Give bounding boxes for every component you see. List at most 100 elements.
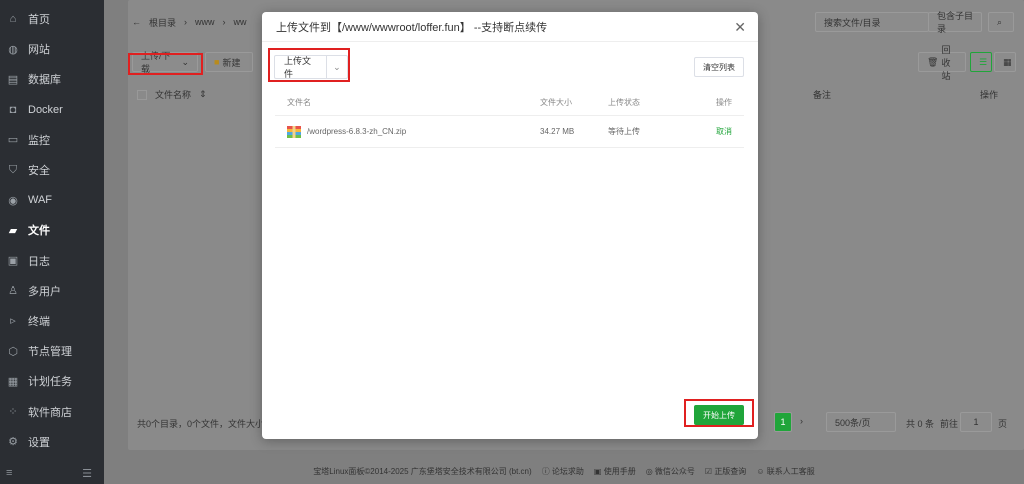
sidebar-item-label: 文件 bbox=[28, 225, 50, 238]
sidebar-item-label: 计划任务 bbox=[28, 376, 72, 389]
sidebar-item-label: 数据库 bbox=[28, 74, 61, 87]
menu-icon[interactable]: ☰ bbox=[82, 467, 92, 480]
home-icon: ⌂ bbox=[9, 13, 17, 26]
collapse-icon[interactable]: ≡ bbox=[6, 467, 12, 480]
page-size-select[interactable]: 500条/页 bbox=[826, 412, 896, 432]
summary-text: 共0个目录，0个文件，文件大小 bbox=[137, 419, 265, 429]
sidebar-item-label: 首页 bbox=[28, 14, 50, 27]
sidebar-item-label: 监控 bbox=[28, 134, 50, 147]
file-name: /wordpress-6.8.3-zh_CN.zip bbox=[307, 127, 407, 136]
include-subdir-toggle[interactable]: 包含子目录 bbox=[928, 11, 982, 34]
name-column-header[interactable]: 文件名称 ⇕ bbox=[137, 88, 207, 101]
header-name: 文件名 bbox=[287, 98, 311, 107]
header-action: 操作 bbox=[716, 98, 732, 107]
total-count: 共 0 条 bbox=[906, 419, 935, 429]
node-icon: ⬡ bbox=[8, 345, 18, 358]
select-all-checkbox[interactable] bbox=[137, 89, 147, 100]
list-view-icon[interactable]: ☰ bbox=[970, 52, 992, 72]
sidebar-item-shield[interactable]: ⛉ 安全 bbox=[0, 155, 104, 185]
sidebar-item-label: 软件商店 bbox=[28, 406, 72, 419]
sort-icon: ⇕ bbox=[199, 89, 207, 99]
back-arrow-icon[interactable]: ← bbox=[132, 17, 141, 27]
database-icon: ▤ bbox=[7, 73, 19, 86]
recycle-bin-button[interactable]: 🗑 回收站 bbox=[918, 45, 966, 81]
docker-icon: ◘ bbox=[9, 103, 17, 116]
sidebar-item-label: 终端 bbox=[28, 315, 50, 328]
footer: 宝塔Linux面板©2014-2025 广东堡塔安全技术有限公司 (bt.cn)… bbox=[104, 466, 1024, 478]
highlight-upload-file bbox=[268, 48, 350, 82]
sidebar-item-database[interactable]: ▤ 数据库 bbox=[0, 64, 104, 94]
sidebar-item-monitor[interactable]: ▭ 监控 bbox=[0, 125, 104, 155]
sidebar-footer: ≡ ☰ bbox=[6, 467, 92, 480]
apps-icon: ⁘ bbox=[8, 406, 18, 419]
sidebar-item-user[interactable]: ♙ 多用户 bbox=[0, 276, 104, 306]
search-input[interactable]: 搜索文件/目录 bbox=[815, 12, 929, 32]
breadcrumb: ← 根目录 › www › ww bbox=[132, 12, 247, 32]
chevron-right-icon: › bbox=[222, 17, 226, 27]
breadcrumb-ww[interactable]: ww bbox=[234, 17, 247, 27]
cancel-link[interactable]: 取消 bbox=[694, 126, 744, 137]
sidebar: ⌂ 首页 ◍ 网站 ▤ 数据库 ◘ Docker ▭ 监控 ⛉ 安全 ◉ WAF ▰ 文件 ▣ 日志 ♙ 多用户 ▹ 终端… bbox=[0, 0, 104, 484]
sidebar-item-label: 节点管理 bbox=[28, 346, 72, 359]
sidebar-item-label: WAF bbox=[28, 194, 53, 207]
sidebar-item-node[interactable]: ⬡ 节点管理 bbox=[0, 336, 104, 366]
page-unit: 页 bbox=[998, 419, 1008, 429]
wechat-link[interactable]: ◎ 微信公众号 bbox=[646, 466, 695, 478]
trash-icon: 🗑 bbox=[927, 56, 939, 67]
header-status: 上传状态 bbox=[608, 98, 640, 107]
support-link[interactable]: ☺ 联系人工客服 bbox=[756, 466, 814, 478]
sidebar-item-label: 安全 bbox=[28, 165, 50, 178]
sidebar-item-terminal[interactable]: ▹ 终端 bbox=[0, 306, 104, 336]
folder-icon: ■ bbox=[214, 57, 220, 67]
table-header: 文件名 文件大小 上传状态 操作 bbox=[275, 90, 744, 116]
goto-page-input[interactable]: 1 bbox=[960, 412, 992, 432]
sidebar-item-label: 网站 bbox=[28, 44, 50, 57]
copyright-text: 宝塔Linux面板©2014-2025 广东堡塔安全技术有限公司 (bt.cn) bbox=[313, 467, 532, 476]
sidebar-item-log[interactable]: ▣ 日志 bbox=[0, 246, 104, 276]
remark-column-header: 备注 bbox=[813, 90, 832, 100]
highlight-start-upload bbox=[684, 399, 754, 427]
sidebar-item-label: 多用户 bbox=[28, 285, 61, 298]
shield-icon: ⛉ bbox=[8, 163, 18, 176]
sidebar-item-gear[interactable]: ⚙ 设置 bbox=[0, 427, 104, 457]
action-column-header: 操作 bbox=[980, 90, 999, 100]
file-size: 34.27 MB bbox=[540, 127, 575, 136]
terminal-icon: ▹ bbox=[10, 315, 16, 328]
manual-link[interactable]: ▣ 使用手册 bbox=[594, 466, 636, 478]
sidebar-item-label: 日志 bbox=[28, 255, 50, 268]
sidebar-item-label: Docker bbox=[28, 103, 63, 116]
sidebar-item-docker[interactable]: ◘ Docker bbox=[0, 95, 104, 125]
search-icon[interactable]: ⌕ bbox=[988, 12, 1014, 32]
upload-file-table: 文件名 文件大小 上传状态 操作 /wordpress-6.8.3-zh_CN.… bbox=[275, 90, 744, 148]
sidebar-item-folder[interactable]: ▰ 文件 bbox=[0, 215, 104, 245]
breadcrumb-root[interactable]: 根目录 bbox=[149, 16, 176, 29]
close-icon[interactable]: ✕ bbox=[734, 19, 746, 36]
breadcrumb-www[interactable]: www bbox=[195, 17, 215, 27]
user-icon: ♙ bbox=[8, 285, 18, 298]
chevron-right-icon: › bbox=[184, 17, 188, 27]
sidebar-item-globe[interactable]: ◍ 网站 bbox=[0, 34, 104, 64]
waf-icon: ◉ bbox=[8, 194, 18, 207]
page-number[interactable]: 1 bbox=[774, 412, 792, 432]
gear-icon: ⚙ bbox=[8, 436, 18, 449]
clear-list-button[interactable]: 清空列表 bbox=[694, 57, 744, 77]
sidebar-item-label: 设置 bbox=[28, 436, 50, 449]
folder-icon: ▰ bbox=[8, 224, 18, 237]
verify-link[interactable]: ☑ 正版查询 bbox=[705, 466, 746, 478]
next-page-icon[interactable]: › bbox=[800, 416, 803, 426]
calendar-icon: ▦ bbox=[7, 375, 19, 388]
table-row: /wordpress-6.8.3-zh_CN.zip 34.27 MB 等待上传… bbox=[275, 116, 744, 148]
monitor-icon: ▭ bbox=[7, 134, 19, 147]
forum-link[interactable]: ⓘ 论坛求助 bbox=[542, 466, 584, 478]
sidebar-item-apps[interactable]: ⁘ 软件商店 bbox=[0, 396, 104, 426]
grid-view-icon[interactable]: ▦ bbox=[994, 52, 1016, 72]
upload-status: 等待上传 bbox=[608, 127, 640, 136]
new-button[interactable]: ■ 新建 bbox=[205, 52, 253, 72]
sidebar-item-home[interactable]: ⌂ 首页 bbox=[0, 4, 104, 34]
globe-icon: ◍ bbox=[8, 43, 18, 56]
dialog-header: 上传文件到【/www/wwwroot/loffer.fun】 --支持断点续传 … bbox=[262, 12, 758, 42]
sidebar-item-calendar[interactable]: ▦ 计划任务 bbox=[0, 366, 104, 396]
sidebar-item-waf[interactable]: ◉ WAF bbox=[0, 185, 104, 215]
highlight-upload-download bbox=[128, 53, 203, 75]
log-icon: ▣ bbox=[7, 255, 19, 268]
